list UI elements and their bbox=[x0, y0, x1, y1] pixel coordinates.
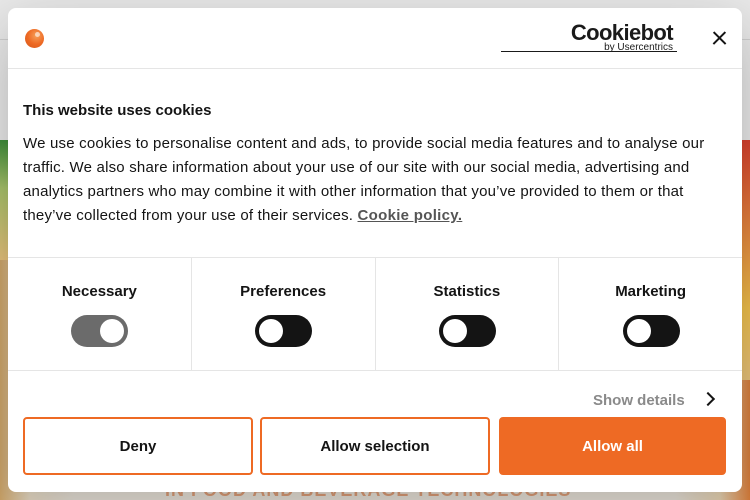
cookie-consent-dialog: Cookiebot by Usercentrics This website u… bbox=[8, 8, 742, 492]
cookie-categories: Necessary Preferences Statistics Marketi… bbox=[8, 257, 742, 371]
dialog-title: This website uses cookies bbox=[23, 102, 212, 119]
category-label: Marketing bbox=[615, 283, 687, 300]
category-label: Necessary bbox=[61, 283, 137, 300]
allow-all-button[interactable]: Allow all bbox=[499, 417, 726, 475]
deny-button[interactable]: Deny bbox=[23, 417, 253, 475]
marketing-toggle[interactable] bbox=[622, 315, 680, 347]
category-label: Statistics bbox=[433, 283, 501, 300]
show-details-link[interactable]: Show details bbox=[593, 392, 685, 409]
consent-buttons: Deny Allow selection Allow all bbox=[23, 417, 726, 475]
dialog-header: Cookiebot by Usercentrics bbox=[8, 8, 742, 69]
cookiebot-logo[interactable]: Cookiebot by Usercentrics bbox=[501, 21, 679, 53]
cookie-policy-link[interactable]: Cookie policy. bbox=[358, 207, 463, 224]
allow-selection-button[interactable]: Allow selection bbox=[260, 417, 490, 475]
category-necessary: Necessary bbox=[8, 258, 192, 370]
category-preferences: Preferences bbox=[192, 258, 376, 370]
consent-text: This website uses cookies We use cookies… bbox=[23, 102, 728, 228]
close-icon[interactable] bbox=[708, 27, 732, 51]
category-label: Preferences bbox=[240, 283, 327, 300]
category-marketing: Marketing bbox=[559, 258, 742, 370]
category-statistics: Statistics bbox=[376, 258, 560, 370]
statistics-toggle[interactable] bbox=[438, 315, 496, 347]
necessary-toggle bbox=[71, 315, 129, 347]
dialog-description: We use cookies to personalise content an… bbox=[23, 135, 705, 224]
preferences-toggle[interactable] bbox=[255, 315, 313, 347]
cookiebot-byline: by Usercentrics bbox=[604, 42, 673, 53]
brand-logo-icon bbox=[25, 29, 44, 48]
chevron-right-icon[interactable] bbox=[700, 391, 716, 407]
